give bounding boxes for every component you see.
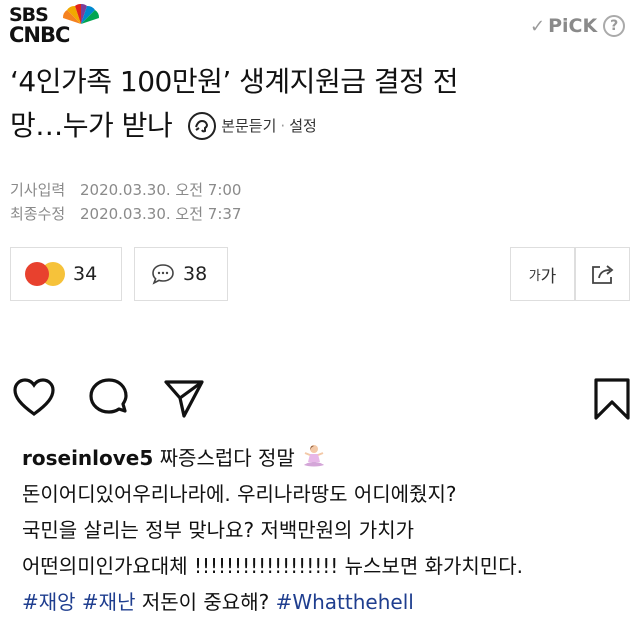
speaker-icon[interactable] [188, 112, 217, 140]
font-size-large: 가 [540, 266, 557, 287]
post-caption: roseinlove5 짜증스럽다 정말 돈이어디있어우리나라에. 우리나라땅도… [22, 440, 632, 620]
pick-badge[interactable]: ✓ PiCK ? [530, 15, 626, 37]
pick-label: PiCK [548, 15, 598, 37]
news-article-header: SBS CNBC ✓ PiCK ? ‘4인가족 100만원’ 생계지원금 결정 … [0, 0, 640, 330]
comment-bubble-icon[interactable] [87, 376, 131, 420]
instagram-post: roseinlove5 짜증스럽다 정말 돈이어디있어우리나라에. 우리나라땅도… [0, 360, 640, 632]
input-time-label: 기사입력 [10, 181, 66, 199]
comment-button[interactable]: 38 [134, 247, 228, 301]
share-button[interactable] [575, 247, 630, 301]
caption-line-1: 짜증스럽다 정말 [159, 446, 295, 470]
hashtag-whatthehell[interactable]: #Whatthehell [276, 590, 414, 614]
listen-control[interactable]: 본문듣기 · 설정 [188, 104, 317, 148]
settings-link[interactable]: 설정 [289, 104, 317, 148]
comment-count: 38 [183, 263, 208, 285]
hashtag-disaster[interactable]: #재앙 [22, 590, 76, 614]
bookmark-icon[interactable] [592, 376, 632, 422]
caption-line-4: 어떤의미인가요대체 !!!!!!!!!!!!!!!!!! 뉴스보면 화가치민다. [22, 554, 523, 578]
modified-time-value: 2020.03.30. 오전 7:37 [79, 205, 242, 223]
caption-line-2: 돈이어디있어우리나라에. 우리나라땅도 어디에줬지? [22, 482, 457, 506]
font-size-small: 가 [528, 268, 541, 284]
help-icon[interactable]: ? [603, 15, 626, 37]
input-time-value: 2020.03.30. 오전 7:00 [79, 181, 242, 199]
comment-icon [152, 264, 174, 285]
hashtag-middle-text: 저돈이 중요해? [141, 590, 270, 614]
headline-line1: ‘4인가족 100만원’ 생계지원금 결정 전 [10, 65, 459, 98]
heart-icon[interactable] [12, 376, 56, 420]
angry-emoji-icon [25, 262, 49, 286]
listen-separator: · [280, 117, 286, 135]
headline-line2: 망…누가 받나 [10, 109, 173, 142]
reaction-button[interactable]: 34 [10, 247, 122, 301]
sbs-cnbc-logo[interactable]: SBS CNBC [9, 4, 101, 48]
modified-time-label: 최종수정 [10, 205, 66, 223]
send-icon[interactable] [162, 376, 206, 420]
meditation-emoji-icon [304, 445, 325, 467]
check-icon: ✓ [530, 15, 546, 37]
post-username[interactable]: roseinlove5 [22, 446, 153, 470]
hashtag-calamity[interactable]: #재난 [82, 590, 136, 614]
share-icon [591, 265, 613, 284]
article-input-time: 기사입력 2020.03.30. 오전 7:00 [10, 179, 241, 200]
listen-label[interactable]: 본문듣기 [221, 104, 276, 148]
font-size-button[interactable]: 가가 [510, 247, 575, 301]
caption-line-3: 국민을 살리는 정부 맞나요? 저백만원의 가치가 [22, 518, 415, 542]
article-headline: ‘4인가족 100만원’ 생계지원금 결정 전 망…누가 받나 본문듣기 · 설… [10, 60, 630, 148]
logo-line2: CNBC [9, 23, 70, 47]
hashtag-line: #재앙 #재난 저돈이 중요해? #Whatthehell [22, 584, 632, 620]
article-modified-time: 최종수정 2020.03.30. 오전 7:37 [10, 203, 241, 224]
reaction-count: 34 [73, 263, 98, 285]
